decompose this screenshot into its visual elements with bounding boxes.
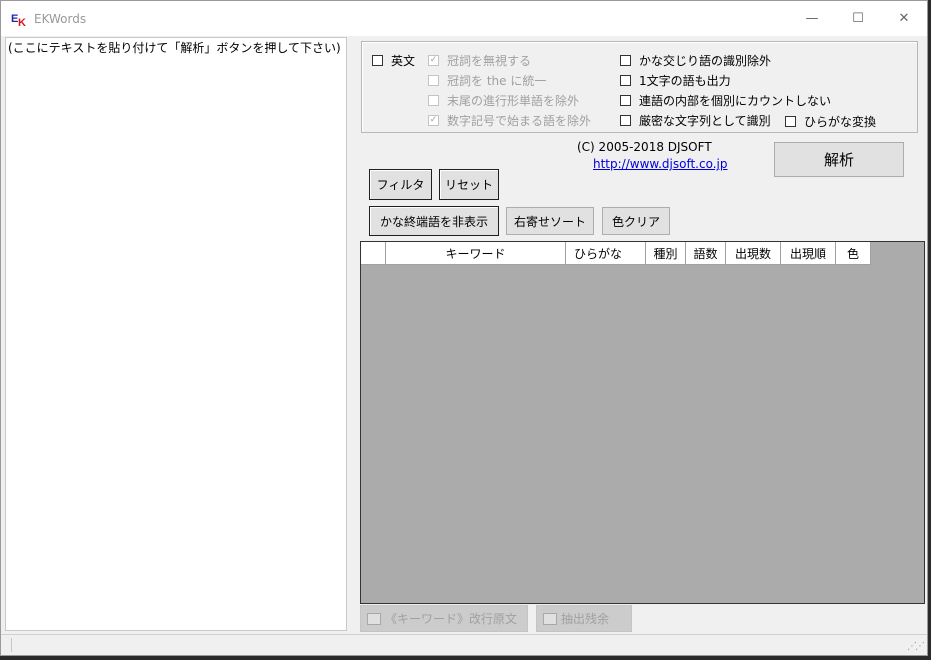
column-header-word-count[interactable]: 語数 <box>686 242 726 265</box>
option-unify-the[interactable]: 冠詞を the に統一 <box>428 72 546 89</box>
checkbox-compound-inner[interactable] <box>620 95 631 106</box>
column-header-keyword[interactable]: キーワード <box>386 242 566 265</box>
column-header-order[interactable]: 出現順 <box>781 242 836 265</box>
analyze-button[interactable]: 解析 <box>774 142 904 177</box>
color-clear-button[interactable]: 色クリア <box>602 207 670 235</box>
app-icon: E K <box>11 13 26 27</box>
checkbox-unify-the[interactable] <box>428 75 439 86</box>
column-header-hiragana[interactable]: ひらがな <box>566 242 646 265</box>
checkbox-keyword-newline[interactable] <box>367 612 381 625</box>
checkbox-english[interactable] <box>372 55 383 66</box>
svg-text:K: K <box>18 17 26 27</box>
close-icon: ✕ <box>898 11 910 26</box>
keyword-newline-toggle[interactable]: 《キーワード》改行原文 <box>360 605 528 632</box>
option-ignore-article-label: 冠詞を無視する <box>447 54 532 68</box>
column-header-type[interactable]: 種別 <box>646 242 686 265</box>
option-hiragana-convert-label: ひらがな変換 <box>804 115 877 129</box>
keyword-newline-label: 《キーワード》改行原文 <box>385 612 518 626</box>
maximize-icon: ☐ <box>852 11 864 26</box>
extract-remaining-toggle[interactable]: 抽出残余 <box>536 605 632 632</box>
right-align-sort-button[interactable]: 右寄せソート <box>506 207 594 235</box>
checkbox-kana-mixed[interactable] <box>620 55 631 66</box>
column-header-color[interactable]: 色 <box>836 242 871 265</box>
option-ignore-article[interactable]: ✓ 冠詞を無視する <box>428 52 531 69</box>
resize-grip-icon[interactable]: ⋰⋰ <box>907 641 925 652</box>
option-strict-string[interactable]: 厳密な文字列として識別 <box>620 112 771 129</box>
status-bar: ⋰⋰ <box>1 634 927 655</box>
reset-button[interactable]: リセット <box>439 169 499 200</box>
text-input-area[interactable]: (ここにテキストを貼り付けて「解析」ボタンを押して下さい) <box>5 37 347 631</box>
option-single-char-label: 1文字の語も出力 <box>639 74 731 88</box>
checkbox-exclude-progressive[interactable] <box>428 95 439 106</box>
grid-header: キーワード ひらがな 種別 語数 出現数 出現順 色 <box>361 242 871 265</box>
status-separator <box>11 638 12 652</box>
option-compound-inner[interactable]: 連語の内部を個別にカウントしない <box>620 92 831 109</box>
app-window: E K EKWords — ☐ ✕ (ここにテキストを貼り付けて「解析」ボタンを… <box>0 0 928 656</box>
checkbox-ignore-article[interactable]: ✓ <box>428 55 439 66</box>
copyright-text: (C) 2005-2018 DJSOFT <box>577 140 712 154</box>
option-kana-mixed-label: かな交じり語の識別除外 <box>639 54 772 68</box>
checkbox-strict-string[interactable] <box>620 115 631 126</box>
option-english-label: 英文 <box>391 54 416 68</box>
checkbox-single-char[interactable] <box>620 75 631 86</box>
hide-kana-ending-button[interactable]: かな終端語を非表示 <box>369 206 499 236</box>
keyword-grid[interactable]: キーワード ひらがな 種別 語数 出現数 出現順 色 <box>360 241 925 604</box>
options-panel: 英文 ✓ 冠詞を無視する 冠詞を the に統一 末尾の進行形単語を除外 ✓ 数… <box>361 41 918 133</box>
minimize-icon: — <box>805 11 819 26</box>
maximize-button[interactable]: ☐ <box>835 1 881 36</box>
extract-remaining-label: 抽出残余 <box>561 612 610 626</box>
title-bar[interactable]: E K EKWords — ☐ ✕ <box>1 1 927 36</box>
option-exclude-numeric-label: 数字記号で始まる語を除外 <box>447 114 592 128</box>
checkbox-hiragana-convert[interactable] <box>785 116 796 127</box>
website-link[interactable]: http://www.djsoft.co.jp <box>593 157 728 171</box>
checkbox-extract-remaining[interactable] <box>543 612 557 625</box>
option-exclude-progressive[interactable]: 末尾の進行形単語を除外 <box>428 92 579 109</box>
option-exclude-progressive-label: 末尾の進行形単語を除外 <box>447 94 580 108</box>
option-english[interactable]: 英文 <box>372 52 415 69</box>
option-compound-inner-label: 連語の内部を個別にカウントしない <box>639 94 832 108</box>
checkbox-exclude-numeric[interactable]: ✓ <box>428 115 439 126</box>
option-hiragana-convert[interactable]: ひらがな変換 <box>785 113 876 130</box>
grid-header-corner[interactable] <box>361 242 386 265</box>
column-header-occurrences[interactable]: 出現数 <box>726 242 781 265</box>
window-title: EKWords <box>34 12 87 26</box>
text-input-placeholder: (ここにテキストを貼り付けて「解析」ボタンを押して下さい) <box>8 41 341 55</box>
option-strict-string-label: 厳密な文字列として識別 <box>639 114 771 128</box>
close-button[interactable]: ✕ <box>881 1 927 36</box>
option-kana-mixed[interactable]: かな交じり語の識別除外 <box>620 52 771 69</box>
option-unify-the-label: 冠詞を the に統一 <box>447 74 547 88</box>
minimize-button[interactable]: — <box>789 1 835 36</box>
option-exclude-numeric[interactable]: ✓ 数字記号で始まる語を除外 <box>428 112 591 129</box>
option-single-char[interactable]: 1文字の語も出力 <box>620 72 731 89</box>
filter-button[interactable]: フィルタ <box>369 169 432 200</box>
